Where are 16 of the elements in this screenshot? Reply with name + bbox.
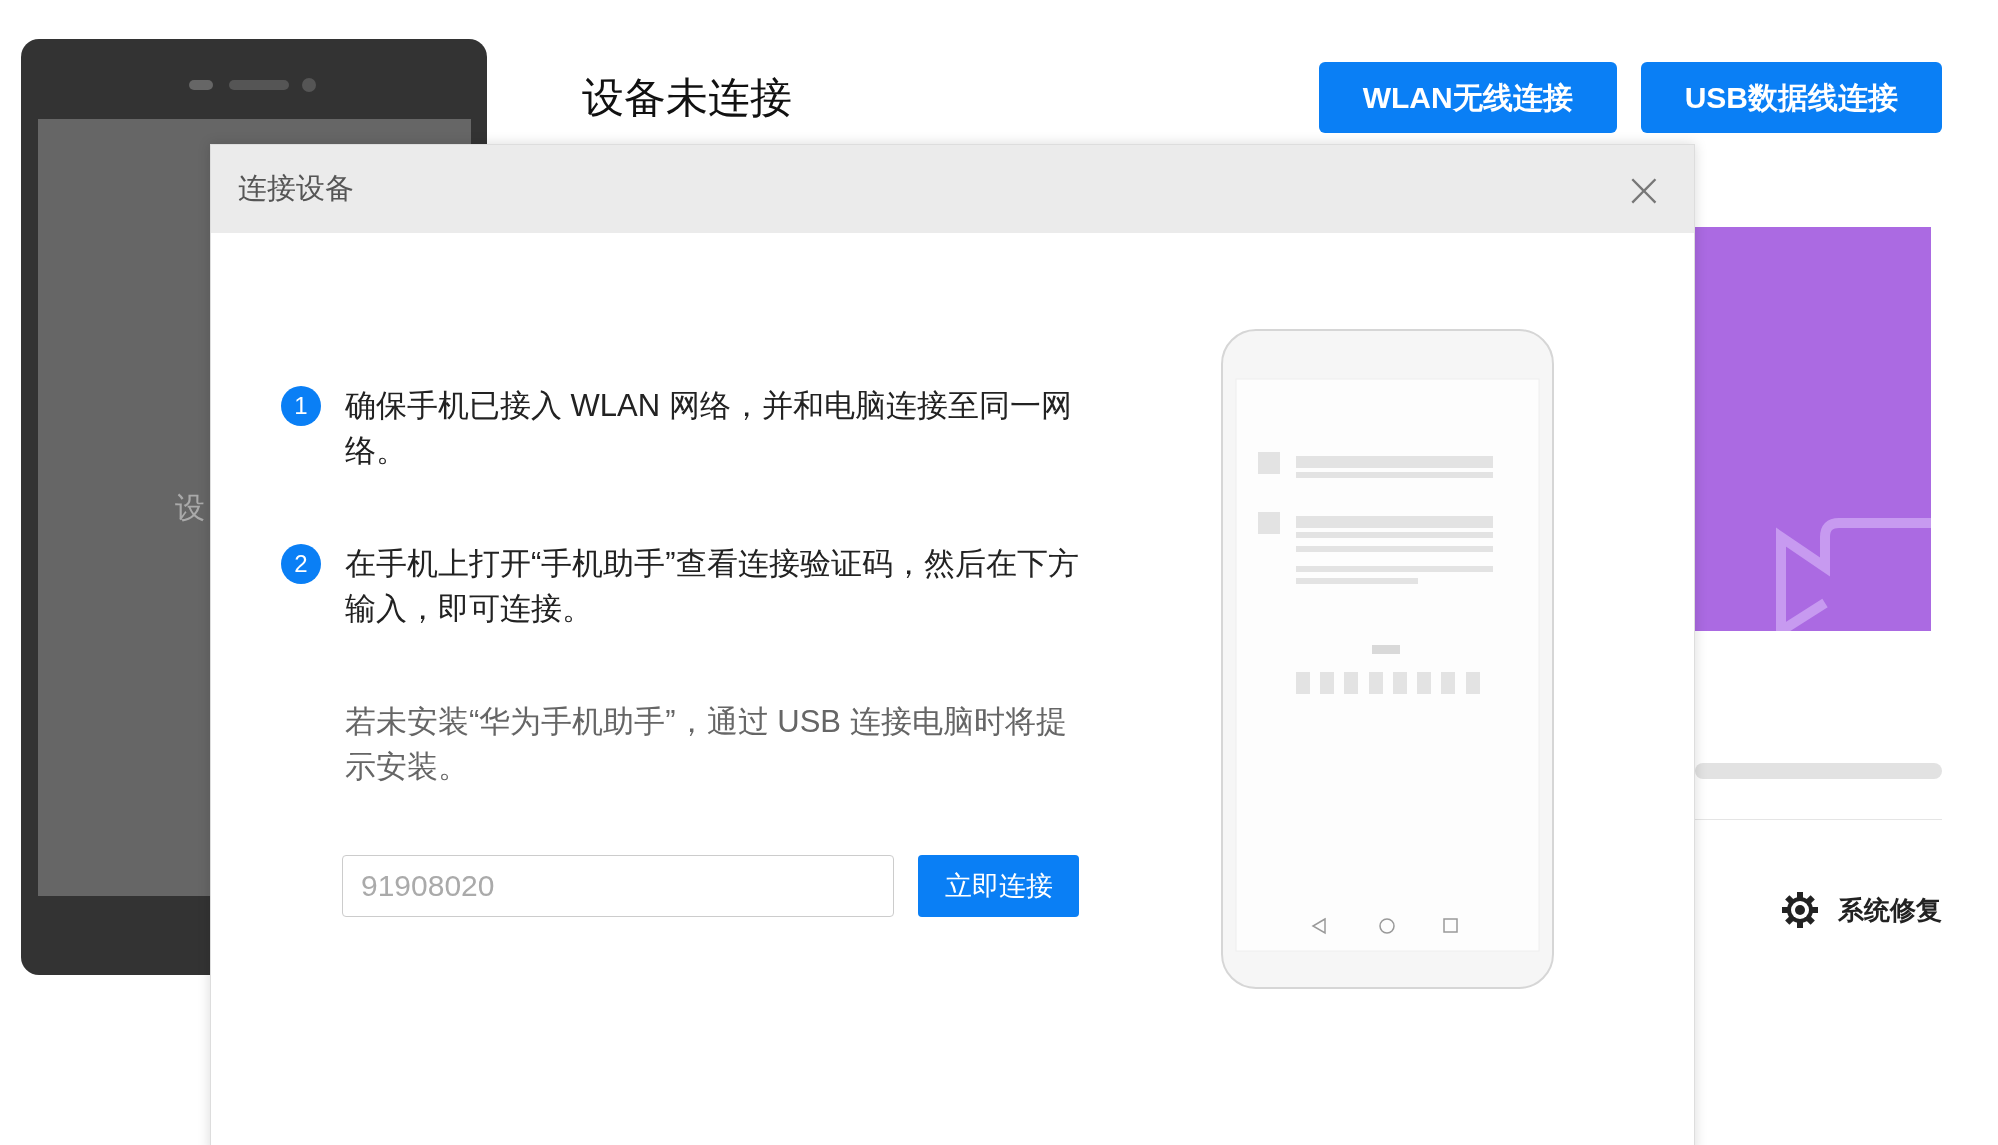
tool-label[interactable]: 系统修复	[1838, 890, 1942, 930]
connect-mode-button[interactable]: USB数据线连接	[1640, 61, 1942, 133]
step-text: 在手机上打开“手机助手”查看连接验证码，然后在下方输入，即可连接。	[345, 545, 1080, 628]
step-text: 确保手机已接入 WLAN 网络，并和电脑连接至同一网络。	[345, 387, 1073, 470]
note-text: 若未安装“华为手机助手”，通过 USB 连接电脑时将提示安装。	[345, 703, 1068, 786]
page-title: 设备未连接	[582, 72, 792, 123]
code-input[interactable]: 91908020	[342, 855, 894, 917]
close-button[interactable]: ×	[1623, 165, 1664, 213]
step-number: 1	[281, 386, 321, 426]
step-number: 2	[281, 544, 321, 584]
screen-text: 设	[174, 490, 205, 526]
gear-icon[interactable]	[1780, 890, 1820, 930]
connect-mode-button[interactable]: WLAN无线连接	[1318, 61, 1617, 133]
speaker-icon	[189, 77, 319, 93]
dialog-title: 连接设备	[238, 171, 354, 207]
connect-button[interactable]: 立即连接	[918, 855, 1079, 917]
